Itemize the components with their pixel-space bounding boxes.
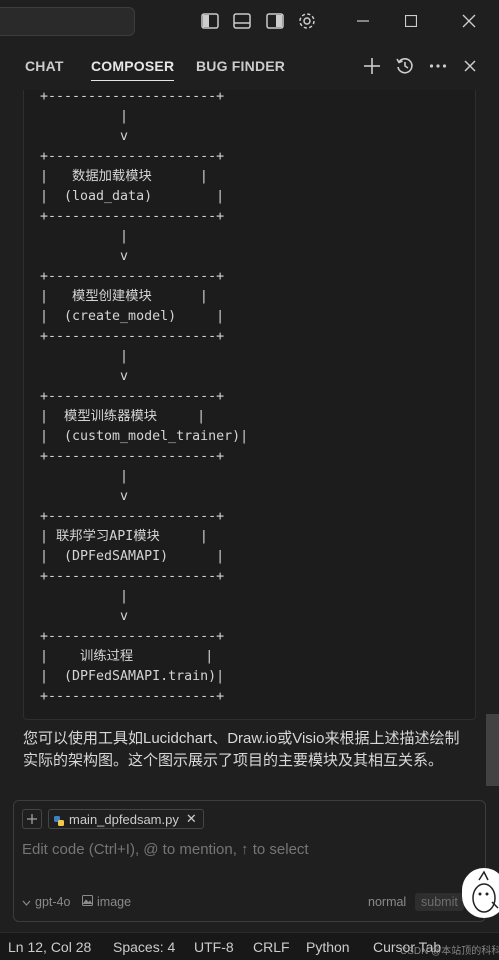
toggle-panel-icon[interactable]	[231, 10, 253, 32]
scrollbar-thumb[interactable]	[486, 714, 499, 786]
composer-input[interactable]	[22, 841, 452, 858]
file-context-chip[interactable]: main_dpfedsam.py ✕	[48, 809, 204, 829]
chevron-down-icon	[22, 895, 31, 909]
maximize-icon[interactable]	[388, 0, 434, 42]
file-chip-label: main_dpfedsam.py	[69, 811, 179, 827]
eol-setting[interactable]: CRLF	[253, 939, 290, 955]
avatar	[462, 868, 499, 918]
more-icon[interactable]	[426, 54, 450, 78]
indentation-setting[interactable]: Spaces: 4	[113, 939, 175, 955]
python-file-icon	[54, 814, 64, 826]
tab-composer[interactable]: COMPOSER	[91, 58, 175, 81]
code-block-text: +---------------------+ | v +-----------…	[40, 90, 249, 704]
history-icon[interactable]	[393, 54, 417, 78]
tab-bug-finder[interactable]: BUG FINDER	[196, 58, 285, 74]
toggle-secondary-sidebar-icon[interactable]	[264, 10, 286, 32]
code-block: +---------------------+ | v +-----------…	[23, 90, 476, 720]
cursor-position[interactable]: Ln 12, Col 28	[8, 939, 91, 955]
assistant-message: 您可以使用工具如Lucidchart、Draw.io或Visio来根据上述描述绘…	[23, 730, 460, 769]
submit-button[interactable]: submit	[415, 893, 464, 911]
watermark: CSDN @本站顶的科科生	[400, 946, 499, 957]
add-context-button[interactable]	[22, 809, 42, 829]
composer-footer: gpt-4o image normal submit	[22, 893, 480, 915]
image-label: image	[97, 895, 132, 909]
model-label: gpt-4o	[35, 895, 71, 909]
mode-selector[interactable]: normal	[368, 895, 406, 909]
model-selector[interactable]: gpt-4o	[22, 895, 70, 909]
toggle-primary-sidebar-icon[interactable]	[199, 10, 221, 32]
command-center-search[interactable]	[0, 7, 135, 36]
plus-icon[interactable]	[360, 54, 384, 78]
close-panel-icon[interactable]	[458, 54, 482, 78]
status-bar: Ln 12, Col 28 Spaces: 4 UTF-8 CRLF Pytho…	[0, 932, 499, 960]
encoding-setting[interactable]: UTF-8	[194, 939, 234, 955]
panel-tab-row: CHAT COMPOSER BUG FINDER	[0, 42, 499, 90]
minimize-icon[interactable]	[340, 0, 386, 42]
tab-chat[interactable]: CHAT	[25, 58, 64, 74]
chip-close-icon[interactable]: ✕	[186, 811, 197, 827]
language-mode[interactable]: Python	[306, 939, 350, 955]
title-bar	[0, 0, 499, 42]
image-button[interactable]: image	[82, 895, 131, 909]
image-icon	[82, 895, 93, 909]
composer-box: main_dpfedsam.py ✕ gpt-4o image normal s…	[13, 800, 486, 922]
gear-icon[interactable]	[296, 10, 318, 32]
close-icon[interactable]	[446, 0, 492, 42]
